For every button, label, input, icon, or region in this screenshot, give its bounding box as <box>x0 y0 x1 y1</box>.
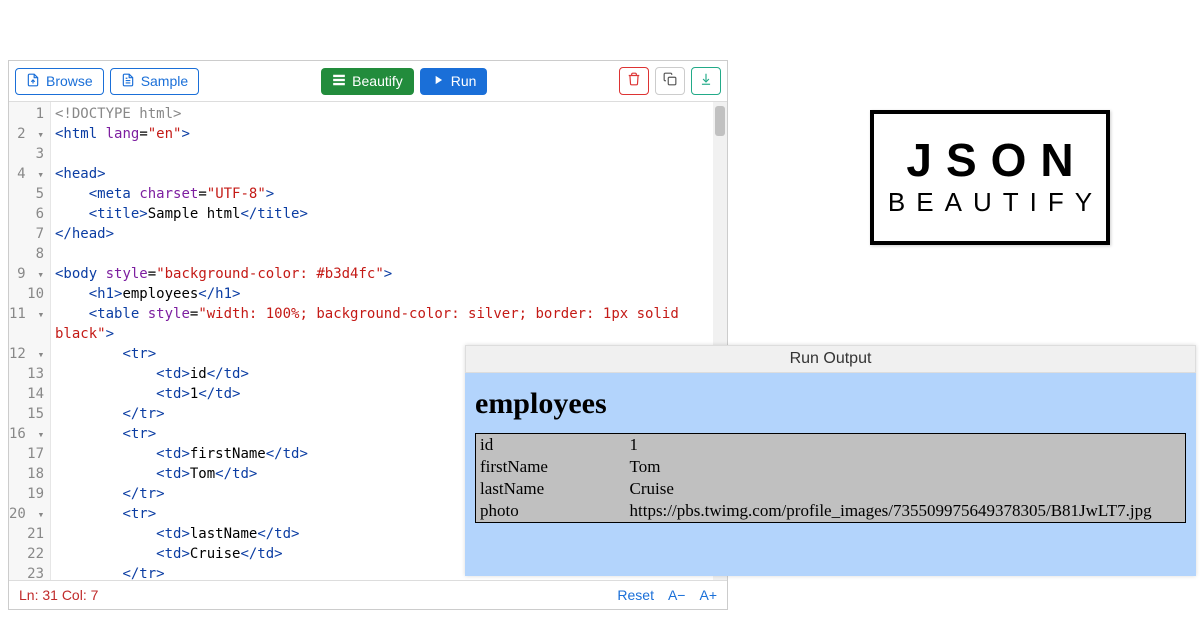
file-icon <box>121 73 135 90</box>
beautify-label: Beautify <box>352 73 403 89</box>
run-label: Run <box>451 73 477 89</box>
table-row: id1 <box>476 434 1186 457</box>
output-body: employees id1firstNameTomlastNameCruisep… <box>465 373 1196 576</box>
cursor-position: Ln: 31 Col: 7 <box>19 587 98 603</box>
statusbar: Ln: 31 Col: 7 Reset A− A+ <box>9 580 727 609</box>
download-icon <box>699 72 713 91</box>
brand-line2: BEAUTIFY <box>877 187 1103 218</box>
output-heading: employees <box>475 387 1186 421</box>
table-row: photohttps://pbs.twimg.com/profile_image… <box>476 500 1186 523</box>
reset-button[interactable]: Reset <box>617 587 654 603</box>
download-button[interactable] <box>691 67 721 95</box>
play-icon <box>431 73 445 90</box>
font-decrease-button[interactable]: A− <box>668 587 686 603</box>
beautify-button[interactable]: Beautify <box>321 68 414 95</box>
browse-button[interactable]: Browse <box>15 68 104 95</box>
scroll-thumb[interactable] <box>715 106 725 136</box>
copy-icon <box>663 72 677 91</box>
file-up-icon <box>26 73 40 90</box>
brand-line1: JSON <box>892 137 1087 183</box>
output-title: Run Output <box>465 345 1196 373</box>
table-row: firstNameTom <box>476 456 1186 478</box>
brand-badge: JSON BEAUTIFY <box>870 110 1110 245</box>
table-row: lastNameCruise <box>476 478 1186 500</box>
toolbar: Browse Sample Beautify Run <box>9 61 727 102</box>
list-icon <box>332 73 346 90</box>
delete-button[interactable] <box>619 67 649 95</box>
output-table: id1firstNameTomlastNameCruisephotohttps:… <box>475 433 1186 523</box>
sample-label: Sample <box>141 73 188 89</box>
sample-button[interactable]: Sample <box>110 68 199 95</box>
output-panel: Run Output employees id1firstNameTomlast… <box>465 345 1196 576</box>
browse-label: Browse <box>46 73 93 89</box>
trash-icon <box>627 72 641 91</box>
copy-button[interactable] <box>655 67 685 95</box>
gutter: 12 ▾34 ▾56789 ▾1011 ▾12 ▾13141516 ▾17181… <box>9 102 51 580</box>
run-button[interactable]: Run <box>420 68 488 95</box>
font-increase-button[interactable]: A+ <box>699 587 717 603</box>
